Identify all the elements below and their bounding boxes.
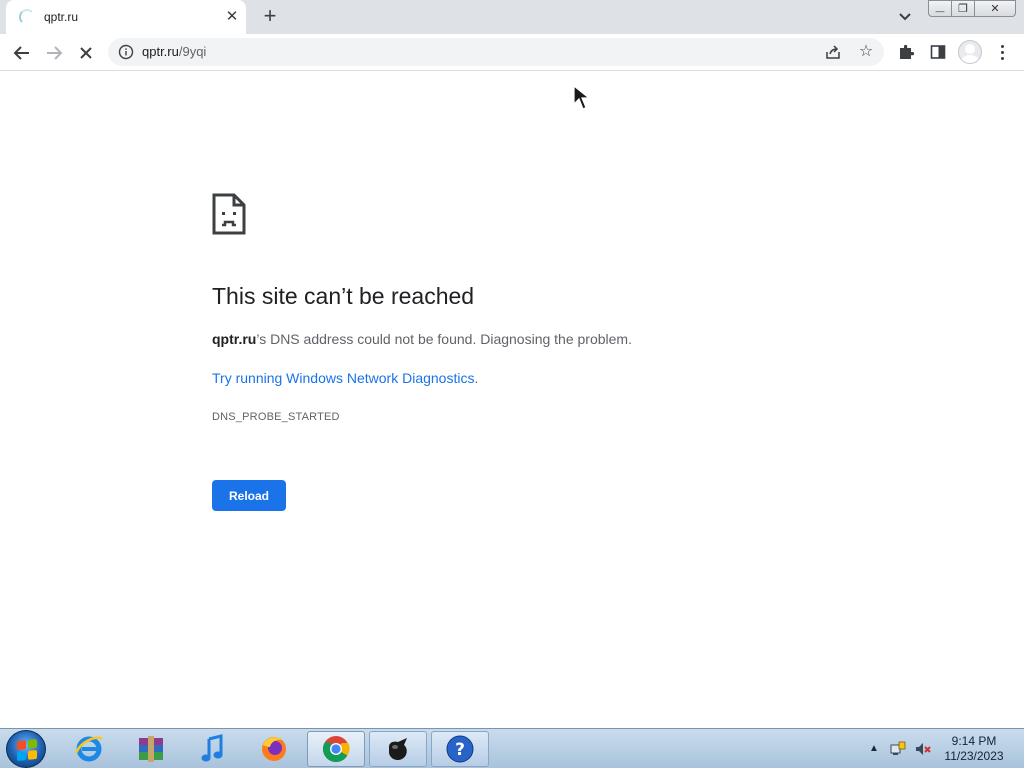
new-tab-button[interactable]: + xyxy=(258,4,282,28)
close-button[interactable]: ✕ xyxy=(974,0,1016,17)
network-diagnostics-link[interactable]: Try running Windows Network Diagnostics xyxy=(212,370,474,386)
taskbar-winrar[interactable] xyxy=(122,731,180,767)
back-button[interactable] xyxy=(9,40,35,66)
restore-button[interactable]: ❐ xyxy=(951,0,975,17)
profile-avatar[interactable] xyxy=(958,40,982,64)
error-description: qptr.ru’s DNS address could not be found… xyxy=(212,331,632,347)
bookmark-star-icon[interactable]: ☆ xyxy=(856,42,876,62)
url-path: /9yqi xyxy=(178,44,207,59)
music-note-icon xyxy=(201,734,223,762)
clock-date: 11/23/2023 xyxy=(944,749,1004,763)
svg-text:?: ? xyxy=(455,740,465,760)
window-controls: — ❐ ✕ xyxy=(928,0,1016,18)
reload-button[interactable]: Reload xyxy=(212,480,286,511)
tab-strip: qptr.ru ✕ + — ❐ ✕ xyxy=(0,0,1024,34)
tab-title: qptr.ru xyxy=(44,10,79,24)
site-info-icon[interactable] xyxy=(118,44,134,60)
minimize-icon: — xyxy=(935,5,945,16)
loading-spinner-icon xyxy=(19,9,35,25)
tab-close-icon[interactable]: ✕ xyxy=(222,7,242,27)
close-icon: ✕ xyxy=(990,3,1000,15)
error-host: qptr.ru xyxy=(212,331,257,347)
forward-button[interactable] xyxy=(41,40,67,66)
stop-x-icon xyxy=(80,47,92,59)
taskbar-firefox[interactable] xyxy=(245,731,303,767)
diagnostics-suggestion: Try running Windows Network Diagnostics. xyxy=(212,370,478,386)
tab-search-icon[interactable] xyxy=(894,7,916,27)
clock-time: 9:14 PM xyxy=(951,734,997,748)
address-bar[interactable]: qptr.ru/9yqi ☆ xyxy=(108,38,884,66)
ink-bottle-icon xyxy=(389,738,407,761)
browser-menu-icon[interactable] xyxy=(992,41,1012,63)
mouse-pointer-icon xyxy=(573,84,591,110)
taskbar-internet-explorer[interactable] xyxy=(60,731,118,767)
error-description-text: ’s DNS address could not be found. Diagn… xyxy=(256,331,632,347)
stop-loading-button[interactable] xyxy=(73,40,99,66)
taskbar-paint-app[interactable] xyxy=(369,731,427,767)
help-question-icon: ? xyxy=(446,735,474,763)
taskbar-chrome[interactable] xyxy=(307,731,365,767)
restore-icon: ❐ xyxy=(958,3,968,15)
share-icon[interactable] xyxy=(824,43,842,61)
firefox-icon xyxy=(262,737,286,761)
sad-page-icon xyxy=(212,193,246,235)
volume-muted-icon[interactable] xyxy=(914,740,932,758)
taskbar-itunes[interactable] xyxy=(184,731,242,767)
chrome-icon xyxy=(322,736,350,763)
error-title: This site can’t be reached xyxy=(212,283,475,309)
error-page: This site can’t be reached qptr.ru’s DNS… xyxy=(0,71,1024,728)
network-status-icon[interactable] xyxy=(889,740,907,758)
back-arrow-icon xyxy=(13,46,29,60)
start-button[interactable] xyxy=(6,730,46,768)
url-text[interactable]: qptr.ru/9yqi xyxy=(142,44,206,59)
show-hidden-icons-arrow[interactable]: ▲ xyxy=(869,743,879,754)
forward-arrow-icon xyxy=(47,46,63,60)
link-suffix: . xyxy=(474,370,479,386)
tab-qptr[interactable]: qptr.ru ✕ xyxy=(6,0,246,34)
minimize-button[interactable]: — xyxy=(928,0,952,17)
extensions-puzzle-icon[interactable] xyxy=(895,41,917,63)
windows-logo-icon xyxy=(17,738,37,762)
side-panel-icon[interactable] xyxy=(927,41,949,63)
url-host: qptr.ru xyxy=(142,44,179,59)
internet-explorer-icon xyxy=(74,736,103,762)
taskbar-help-and-support[interactable]: ? xyxy=(431,731,489,767)
error-code: DNS_PROBE_STARTED xyxy=(212,411,340,423)
browser-toolbar: qptr.ru/9yqi ☆ xyxy=(0,34,1024,71)
system-clock[interactable]: 9:14 PM 11/23/2023 xyxy=(936,734,1012,764)
windows-taskbar: ? ▲ 9:14 PM 11/23/2023 xyxy=(0,728,1024,768)
winrar-archive-icon xyxy=(139,736,163,762)
